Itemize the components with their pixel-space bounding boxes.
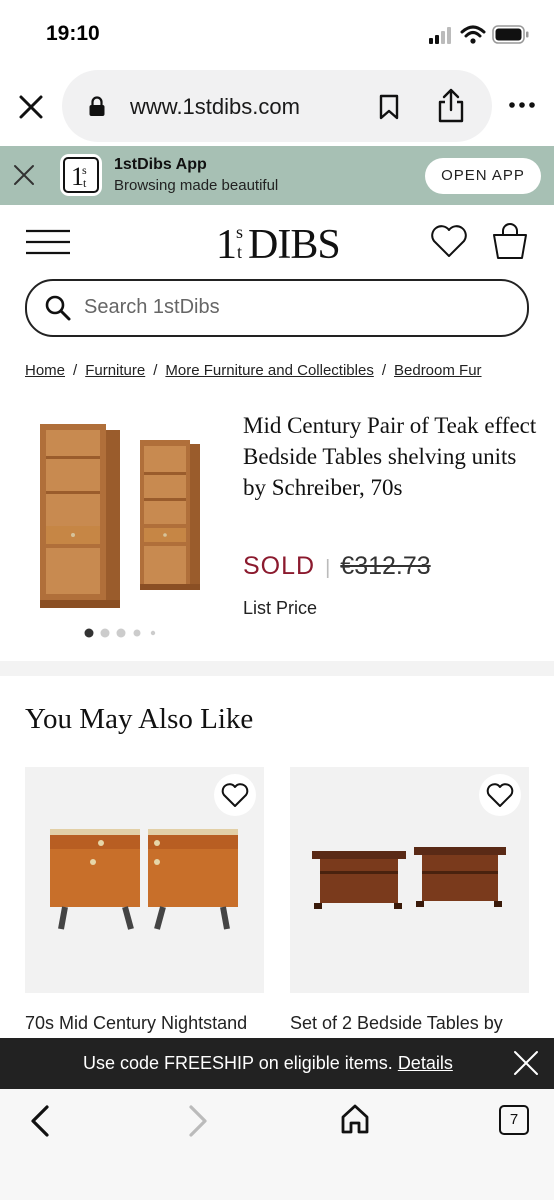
- favorite-button-2[interactable]: [479, 774, 521, 816]
- product-image[interactable]: [36, 416, 212, 616]
- breadcrumb-separator: /: [73, 362, 78, 379]
- search-input[interactable]: [84, 296, 484, 319]
- wifi-icon: [460, 25, 486, 44]
- sold-label: SOLD: [243, 552, 316, 580]
- breadcrumb-separator: /: [381, 362, 386, 379]
- promo-details-link[interactable]: Details: [398, 1053, 453, 1073]
- svg-text:1: 1: [216, 222, 236, 264]
- more-icon[interactable]: [508, 100, 536, 110]
- open-app-button[interactable]: OPEN APP: [425, 158, 541, 194]
- battery-icon: [492, 25, 529, 44]
- tabs-button[interactable]: 7: [499, 1105, 529, 1135]
- breadcrumb-more-furniture[interactable]: More Furniture and Collectibles: [165, 362, 373, 379]
- breadcrumb-furniture[interactable]: Furniture: [85, 362, 145, 379]
- right-shelf-unit: [140, 440, 200, 590]
- heart-icon: [486, 783, 514, 807]
- svg-text:t: t: [83, 176, 87, 190]
- section-divider: [0, 661, 554, 676]
- image-carousel-dots[interactable]: [84, 627, 164, 639]
- banner-title: 1stDibs App: [114, 156, 207, 173]
- banner-close-icon[interactable]: [12, 163, 36, 187]
- lock-icon: [89, 96, 105, 116]
- recommendations-title: You May Also Like: [25, 703, 254, 735]
- menu-icon[interactable]: [25, 229, 71, 255]
- site-logo[interactable]: 1 s t DIBS: [216, 218, 341, 275]
- favorites-icon[interactable]: [430, 224, 468, 258]
- signal-icon: [429, 27, 451, 44]
- recommendation-title-1[interactable]: 70s Mid Century Nightstand: [25, 1013, 270, 1034]
- home-icon[interactable]: [340, 1103, 370, 1135]
- breadcrumb-home[interactable]: Home: [25, 362, 65, 379]
- forward-icon[interactable]: [186, 1104, 210, 1138]
- promo-close-icon[interactable]: [513, 1050, 539, 1076]
- banner-subtitle: Browsing made beautiful: [114, 177, 279, 194]
- url-text[interactable]: www.1stdibs.com: [130, 94, 300, 120]
- heart-icon: [221, 783, 249, 807]
- breadcrumb-bedroom-furniture[interactable]: Bedroom Fur: [394, 362, 482, 379]
- breadcrumb: Home / Furniture / More Furniture and Collec…: [25, 362, 554, 379]
- favorite-button-1[interactable]: [214, 774, 256, 816]
- price-label: List Price: [243, 598, 318, 618]
- app-logo-mark: 1 s t: [63, 157, 99, 193]
- svg-text:s: s: [82, 163, 87, 177]
- svg-text:DIBS: DIBS: [248, 222, 340, 264]
- close-icon[interactable]: [16, 92, 46, 122]
- bookmark-icon[interactable]: [377, 94, 401, 120]
- product-title[interactable]: Mid Century Pair of Teak effect Bedside …: [243, 410, 543, 503]
- svg-text:t: t: [237, 242, 242, 262]
- recommendation-title-2[interactable]: Set of 2 Bedside Tables by: [290, 1013, 530, 1034]
- status-time: 19:10: [46, 22, 100, 45]
- share-icon[interactable]: [436, 88, 466, 124]
- price-row: SOLD | €312.73: [243, 552, 431, 581]
- product-price: €312.73: [340, 552, 431, 580]
- app-logo: 1 s t: [60, 154, 102, 196]
- cart-icon[interactable]: [491, 222, 529, 260]
- breadcrumb-separator: /: [153, 362, 158, 379]
- promo-message: Use code FREESHIP on eligible items.: [83, 1053, 398, 1073]
- svg-text:s: s: [236, 222, 243, 242]
- left-shelf-unit: [40, 424, 120, 608]
- browser-bottom-nav: [0, 1089, 554, 1200]
- promo-text: Use code FREESHIP on eligible items. Det…: [83, 1053, 453, 1074]
- back-icon[interactable]: [28, 1104, 52, 1138]
- search-icon: [45, 295, 71, 321]
- site-logo-mark: 1 s t DIBS: [216, 222, 341, 268]
- price-separator: |: [325, 557, 331, 579]
